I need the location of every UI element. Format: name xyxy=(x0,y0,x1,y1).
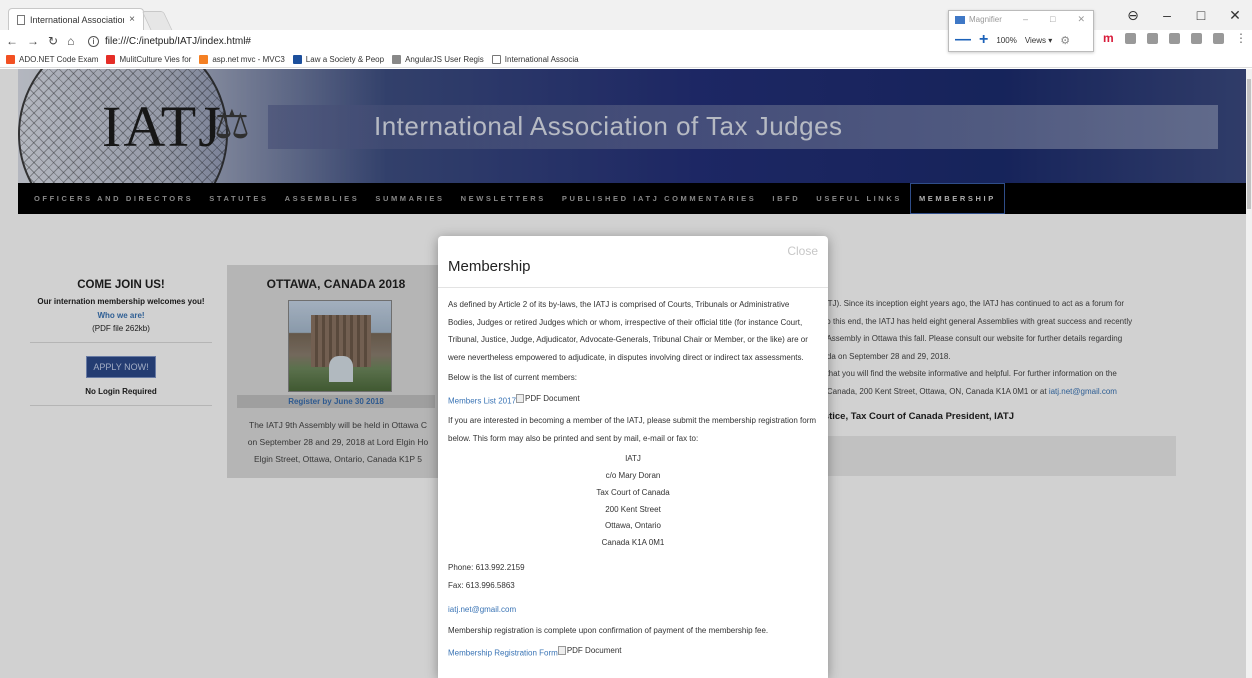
pdf-alt-text: PDF Document xyxy=(525,393,580,403)
submit-instructions: If you are interested in becoming a memb… xyxy=(448,416,817,443)
home-icon[interactable]: ⌂ xyxy=(67,34,74,48)
magnifier-window: Magnifier – □ ✕ — + 100% Views ▾ ⚙ xyxy=(948,10,1094,52)
mailing-address: IATJ c/o Mary Doran Tax Court of Canada … xyxy=(448,451,818,552)
address-text[interactable]: file:///C:/inetpub/IATJ/index.html# xyxy=(105,36,251,47)
modal-body: As defined by Article 2 of its by-laws, … xyxy=(438,288,828,673)
views-dropdown[interactable]: Views ▾ xyxy=(1025,36,1052,45)
new-tab-button[interactable] xyxy=(141,11,173,30)
modal-email-link[interactable]: iatj.net@gmail.com xyxy=(448,601,818,619)
membership-modal: Membership Close As defined by Article 2… xyxy=(438,236,828,678)
members-list-intro: Below is the list of current members: xyxy=(448,373,577,382)
broken-image-icon xyxy=(516,393,525,403)
address-line: IATJ xyxy=(625,454,641,464)
profile-icon[interactable]: ⊖ xyxy=(1116,7,1150,24)
m-extension-icon[interactable]: m xyxy=(1103,32,1114,44)
pdf-document-icon[interactable]: PDF Document xyxy=(516,390,580,408)
phone-number: Phone: 613.992.2159 xyxy=(448,563,525,573)
zoom-in-button[interactable]: + xyxy=(979,32,988,48)
close-window-button[interactable]: ✕ xyxy=(1218,7,1252,24)
registration-form-link[interactable]: Membership Registration Form xyxy=(448,648,558,657)
bookmark-item[interactable]: AngularJS User Regis xyxy=(392,55,484,64)
members-list-link[interactable]: Members List 2017 xyxy=(448,396,516,405)
bookmark-icon xyxy=(491,55,501,64)
page-icon xyxy=(17,14,25,25)
magnifier-window-controls: – □ ✕ xyxy=(1023,14,1085,25)
bookmark-icon xyxy=(106,55,116,64)
bookmark-item[interactable]: MulitCulture Vies for xyxy=(106,55,191,64)
address-line: Tax Court of Canada xyxy=(596,487,670,497)
info-icon[interactable]: i xyxy=(88,35,99,47)
address-line: 200 Kent Street xyxy=(605,504,661,514)
modal-close-button[interactable]: Close xyxy=(787,244,818,258)
zoom-level: 100% xyxy=(996,35,1017,45)
address-line: Ottawa, Ontario xyxy=(604,521,662,531)
scrollbar-thumb[interactable] xyxy=(1247,79,1251,209)
extension-icon[interactable] xyxy=(1147,33,1158,44)
bookmark-icon xyxy=(6,55,15,64)
bookmark-icon xyxy=(392,55,402,64)
extension-icon[interactable] xyxy=(1213,33,1224,44)
broken-image-icon xyxy=(557,646,566,656)
magnifier-maximize-button[interactable]: □ xyxy=(1050,14,1055,25)
fax-number: Fax: 613.996.5863 xyxy=(448,580,515,590)
zoom-out-button[interactable]: — xyxy=(955,32,971,48)
bookmark-item[interactable]: ADO.NET Code Exam xyxy=(6,55,98,64)
bookmark-item[interactable]: International Associa xyxy=(491,55,579,64)
address-line: c/o Mary Doran xyxy=(605,471,661,481)
tab-close-icon[interactable]: × xyxy=(129,14,135,25)
bookmark-item[interactable]: asp.net mvc - MVC3 xyxy=(199,55,285,64)
extension-icon[interactable] xyxy=(1191,33,1202,44)
bookmark-icon xyxy=(292,55,302,64)
registration-complete-text: Membership registration is complete upon… xyxy=(448,625,769,635)
registration-form-row: Membership Registration Form PDF Document xyxy=(448,642,818,662)
extension-icon[interactable] xyxy=(1169,33,1180,44)
address-line: Canada K1A 0M1 xyxy=(601,538,665,548)
minimize-button[interactable]: – xyxy=(1150,7,1184,23)
pdf-alt-text: PDF Document xyxy=(566,646,622,656)
modal-header: Membership Close xyxy=(438,236,828,288)
magnifier-title: Magnifier xyxy=(969,15,1002,24)
members-list-row: Members List 2017 PDF Document xyxy=(448,390,818,410)
bookmark-icon xyxy=(199,55,209,64)
magnifier-toolbar: — + 100% Views ▾ ⚙ xyxy=(955,32,1070,48)
membership-intro: As defined by Article 2 of its by-laws, … xyxy=(448,300,808,362)
magnifier-minimize-button[interactable]: – xyxy=(1023,14,1028,25)
reload-icon[interactable]: ↻ xyxy=(48,34,58,48)
pdf-document-icon[interactable]: PDF Document xyxy=(557,642,622,660)
menu-icon[interactable]: ⋮ xyxy=(1235,32,1247,44)
bookmarks-bar: ADO.NET Code Exam MulitCulture Vies for … xyxy=(0,52,1252,68)
page-scrollbar[interactable] xyxy=(1246,69,1252,678)
bookmark-item[interactable]: Law a Society & Peop xyxy=(292,55,384,64)
magnifier-close-button[interactable]: ✕ xyxy=(1077,14,1085,25)
address-bar[interactable]: i file:///C:/inetpub/IATJ/index.html# xyxy=(88,32,251,50)
forward-icon[interactable]: → xyxy=(27,34,39,48)
back-icon[interactable]: ← xyxy=(6,34,18,48)
browser-tab[interactable]: International Association × xyxy=(8,8,144,30)
magnifier-titlebar: Magnifier xyxy=(955,15,1002,24)
window-controls: ⊖ – □ ✕ xyxy=(1116,0,1252,30)
magnifier-settings-icon[interactable]: ⚙ xyxy=(1060,34,1070,47)
maximize-button[interactable]: □ xyxy=(1184,7,1218,23)
magnifier-icon xyxy=(955,15,965,24)
tab-title: International Association xyxy=(30,14,125,25)
extension-icon[interactable] xyxy=(1125,33,1136,44)
modal-title: Membership xyxy=(448,258,531,275)
